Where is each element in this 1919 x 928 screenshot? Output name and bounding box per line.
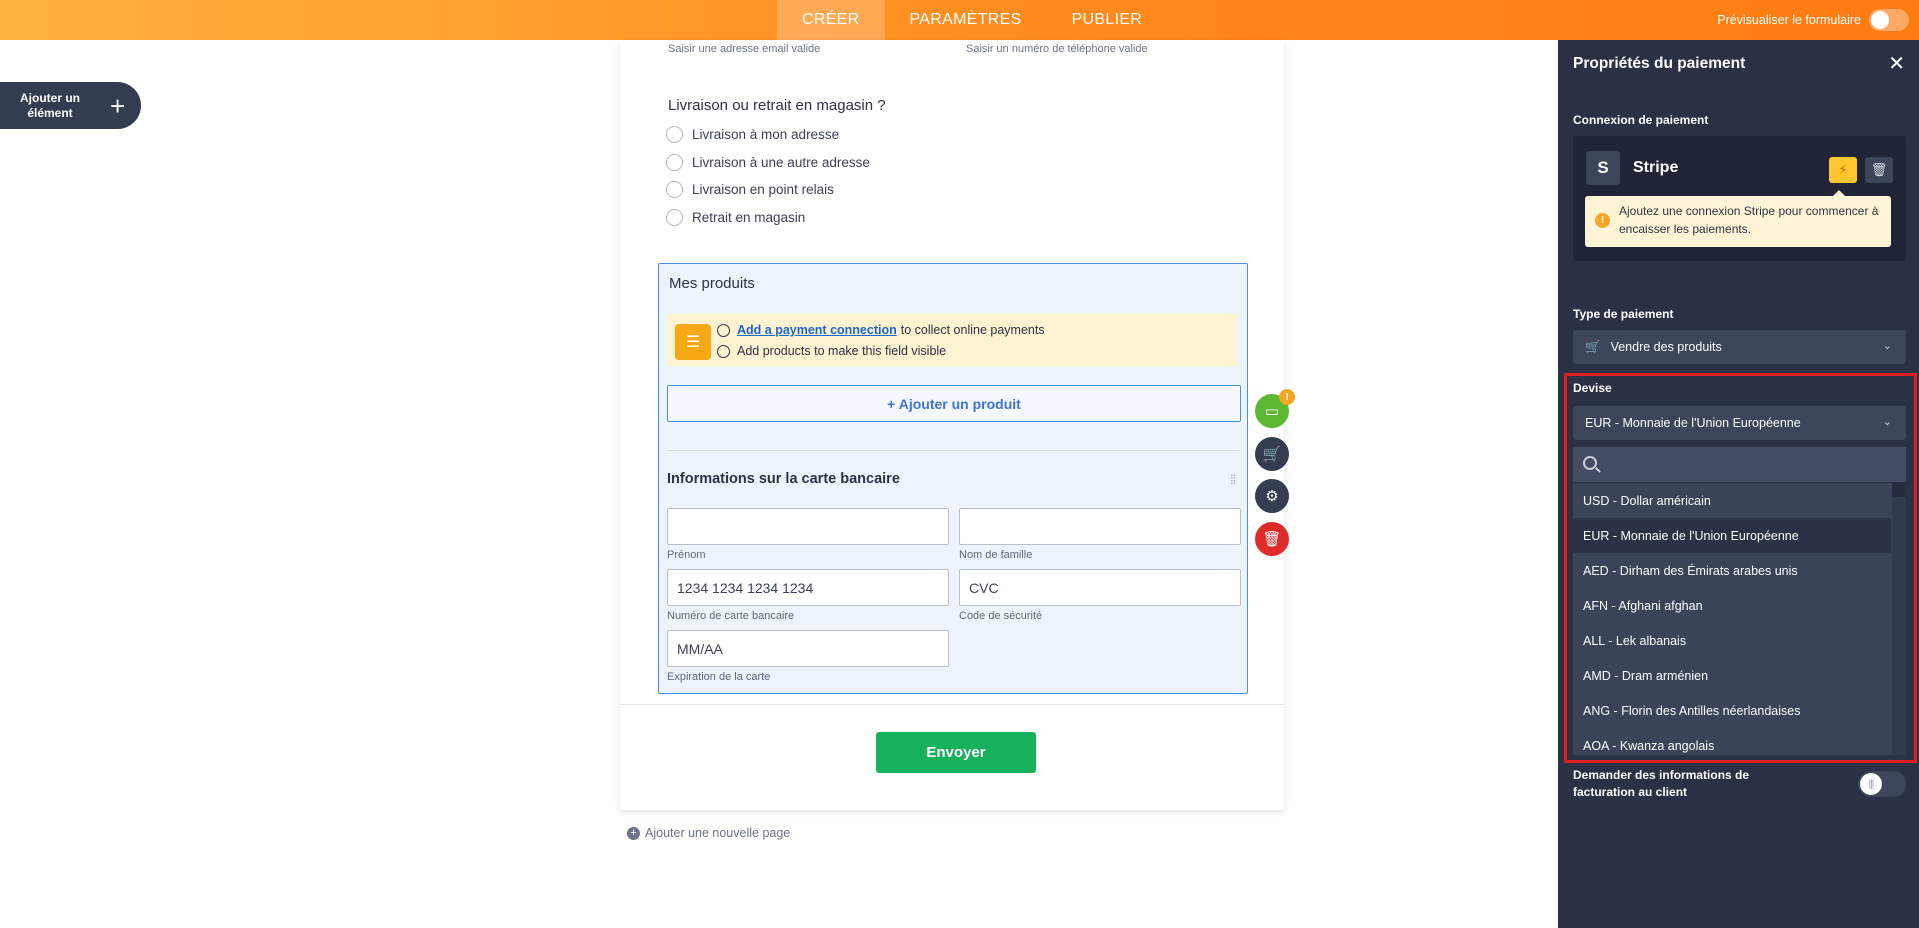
circle-icon (717, 344, 730, 358)
connection-section-label: Connexion de paiement (1573, 113, 1709, 127)
billing-info-toggle[interactable]: ||| (1858, 771, 1906, 797)
add-payment-connection-link[interactable]: Add a payment connection (737, 323, 897, 337)
circle-icon (717, 323, 730, 337)
gateway-name: Stripe (1633, 159, 1679, 176)
trash-icon[interactable]: 🗑 (1255, 522, 1289, 556)
delivery-option-label: Livraison à mon adresse (692, 127, 840, 142)
checklist-icon: ☰ (675, 324, 711, 360)
cart-icon: 🛒 (1585, 339, 1601, 354)
payment-type-select[interactable]: 🛒 Vendre des produits ⌄ (1573, 330, 1906, 364)
payment-type-value: Vendre des produits (1610, 340, 1722, 354)
card-number-label: Numéro de carte bancaire (667, 610, 795, 622)
notice-line1-text: to collect online payments (900, 323, 1045, 337)
expiry-field[interactable]: MM/AA (667, 630, 949, 667)
last-name-field[interactable] (959, 508, 1241, 545)
divider (667, 450, 1241, 451)
delivery-question: Livraison ou retrait en magasin ? (668, 97, 886, 114)
delivery-option[interactable]: Livraison à une autre adresse (666, 154, 870, 171)
radio-icon (666, 154, 683, 171)
email-hint: Saisir une adresse email valide (668, 43, 821, 55)
add-product-button[interactable]: + Ajouter un produit (667, 385, 1241, 422)
drag-handle-icon[interactable]: ⁞⁞ (1230, 472, 1236, 487)
tab-creer[interactable]: CRÉER (777, 0, 885, 40)
top-bar: CRÉER PARAMÈTRES PUBLIER Prévisualiser l… (0, 0, 1919, 40)
tab-parametres[interactable]: PARAMÈTRES (885, 0, 1047, 40)
delivery-option-label: Retrait en magasin (692, 210, 806, 225)
delivery-option[interactable]: Livraison à mon adresse (666, 126, 839, 143)
cart-icon[interactable]: 🛒 (1255, 437, 1289, 471)
cvc-label: Code de sécurité (959, 610, 1043, 622)
preview-form-label: Prévisualiser le formulaire (1717, 13, 1861, 27)
warning-icon: ! (1595, 213, 1610, 228)
submit-divider (620, 704, 1284, 705)
delete-connection-icon[interactable]: 🗑 (1865, 157, 1893, 183)
radio-icon (666, 209, 683, 226)
card-number-field[interactable]: 1234 1234 1234 1234 (667, 569, 949, 606)
add-new-page-label: Ajouter une nouvelle page (645, 826, 791, 840)
notice-line2-text: Add products to make this field visible (737, 344, 947, 358)
payment-notice: ☰ Add a payment connection to collect on… (667, 314, 1237, 366)
first-name-label: Prénom (667, 549, 706, 561)
plus-circle-icon: + (627, 826, 640, 840)
warning-badge: ! (1279, 389, 1295, 405)
plug-icon[interactable]: ⚡ (1829, 157, 1857, 183)
stripe-connection-card: S Stripe ⚡ 🗑 ! Ajoutez une connexion Str… (1573, 136, 1906, 261)
delivery-option[interactable]: Livraison en point relais (666, 181, 834, 198)
chevron-down-icon: ⌄ (1882, 340, 1892, 352)
products-field[interactable]: Mes produits ☰ Add a payment connection … (658, 263, 1248, 694)
panel-title: Propriétés du paiement (1573, 55, 1746, 72)
stripe-logo-icon: S (1586, 151, 1620, 185)
expiry-label: Expiration de la carte (667, 671, 771, 683)
notice-line-connection: Add a payment connection to collect onli… (717, 323, 1045, 337)
currency-highlight-frame (1564, 373, 1917, 763)
connection-warning: ! Ajoutez une connexion Stripe pour comm… (1585, 190, 1891, 247)
delivery-option-label: Livraison en point relais (692, 182, 834, 197)
preview-form-control: Prévisualiser le formulaire (1717, 0, 1919, 40)
delivery-option[interactable]: Retrait en magasin (666, 209, 805, 226)
add-element-button[interactable]: Ajouter un élément + (0, 82, 141, 129)
preview-form-toggle[interactable] (1869, 9, 1909, 31)
builder-tabs: CRÉER PARAMÈTRES PUBLIER (777, 0, 1167, 40)
add-element-label: Ajouter un élément (20, 90, 80, 120)
plus-icon: + (110, 90, 126, 121)
cvc-field[interactable]: CVC (959, 569, 1241, 606)
phone-hint: Saisir un numéro de téléphone valide (966, 43, 1148, 55)
form-card: Saisir une adresse email valide Saisir u… (620, 40, 1284, 810)
delivery-option-label: Livraison à une autre adresse (692, 155, 870, 170)
toggle-knob-icon: ||| (1860, 773, 1882, 795)
close-icon[interactable]: ✕ (1888, 51, 1905, 76)
last-name-label: Nom de famille (959, 549, 1033, 561)
connection-warning-text: Ajoutez une connexion Stripe pour commen… (1619, 204, 1879, 236)
gear-icon[interactable]: ⚙ (1255, 479, 1289, 513)
first-name-field[interactable] (667, 508, 949, 545)
radio-icon (666, 181, 683, 198)
notice-line-products: Add products to make this field visible (717, 344, 946, 358)
add-new-page-link[interactable]: + Ajouter une nouvelle page (627, 826, 790, 840)
toggle-knob (1871, 11, 1889, 29)
tab-publier[interactable]: PUBLIER (1047, 0, 1168, 40)
card-info-title: Informations sur la carte bancaire (667, 471, 900, 487)
radio-icon (666, 126, 683, 143)
payment-type-label: Type de paiement (1573, 307, 1674, 321)
submit-button[interactable]: Envoyer (876, 732, 1036, 773)
products-title: Mes produits (669, 275, 755, 292)
billing-info-label: Demander des informations de facturation… (1573, 768, 1750, 799)
